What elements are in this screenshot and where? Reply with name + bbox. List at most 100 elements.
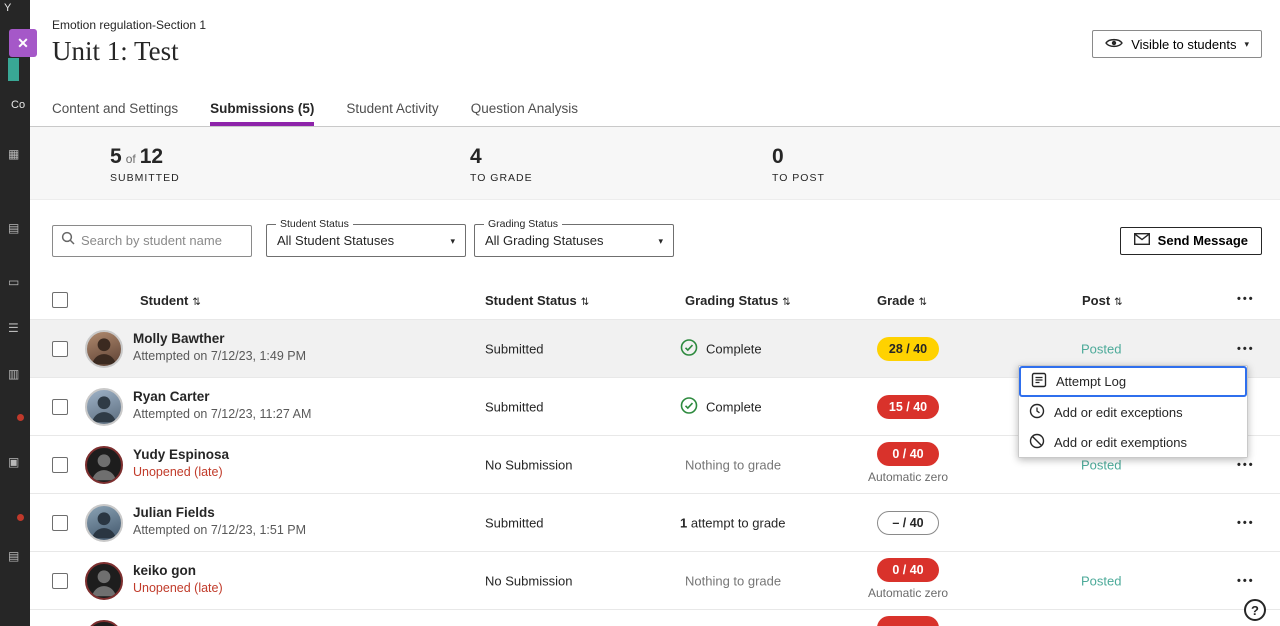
search-box	[52, 225, 252, 257]
student-status-cell: Submitted	[485, 341, 544, 356]
row-checkbox[interactable]	[52, 399, 68, 415]
check-circle-icon	[680, 338, 698, 359]
groups-icon[interactable]: ▤	[8, 550, 19, 562]
student-name-cell[interactable]: keiko gon Unopened (late)	[133, 563, 223, 595]
sort-icon: ⇅	[581, 297, 589, 308]
row-checkbox[interactable]	[52, 573, 68, 589]
grading-status-cell: Nothing to grade	[685, 573, 781, 588]
tab-submissions[interactable]: Submissions (5)	[210, 90, 314, 126]
tab-student-activity[interactable]: Student Activity	[346, 90, 438, 126]
student-status-cell: Submitted	[485, 399, 544, 414]
check-circle-icon	[680, 396, 698, 417]
sort-student[interactable]: Student⇅	[140, 293, 201, 308]
analytics-icon[interactable]: ▣	[8, 456, 19, 468]
filter-row: Student Status All Student Statuses ▾ Gr…	[30, 224, 1280, 257]
table-row: keiko gon Unopened (late) No Submission …	[30, 551, 1280, 609]
row-overflow-menu-button[interactable]: •••	[1237, 459, 1255, 471]
grade-pill[interactable]: 15 / 40	[877, 395, 939, 419]
sort-icon: ⇅	[782, 297, 790, 308]
page-title: Unit 1: Test	[52, 36, 179, 67]
stat-to-grade: 4 TO GRADE	[470, 145, 533, 184]
table-overflow-menu-button[interactable]: •••	[1237, 293, 1255, 305]
calendar-icon[interactable]: ▤	[8, 222, 19, 234]
rail-partial-text-top: Y	[4, 2, 11, 14]
panel-corner-fragment	[8, 58, 19, 81]
student-name-cell[interactable]: Ryan Carter Attempted on 7/12/23, 11:27 …	[133, 389, 311, 421]
grade-cell	[862, 616, 954, 626]
visibility-dropdown-button[interactable]: Visible to students ▾	[1092, 30, 1262, 58]
student-status-select[interactable]: Student Status All Student Statuses ▾	[266, 224, 466, 257]
menu-icon[interactable]: ☰	[8, 322, 19, 334]
grading-status-cell: Complete	[680, 396, 762, 417]
submitted-count: 5	[110, 145, 122, 168]
notification-dot	[17, 414, 24, 421]
stat-to-post: 0 TO POST	[772, 145, 825, 184]
search-input[interactable]	[81, 233, 243, 248]
menu-item-attempt-log[interactable]: Attempt Log	[1019, 366, 1247, 397]
chevron-down-icon: ▾	[1244, 39, 1249, 50]
search-icon	[61, 231, 75, 250]
grade-pill[interactable]: 0 / 40	[877, 558, 939, 582]
menu-item-add-exemptions[interactable]: Add or edit exemptions	[1019, 427, 1247, 457]
post-status[interactable]: Posted	[1081, 573, 1121, 588]
sort-icon: ⇅	[1114, 297, 1122, 308]
grading-status-cell: Nothing to grade	[685, 457, 781, 472]
row-overflow-menu-button[interactable]: •••	[1237, 517, 1255, 529]
to-grade-count: 4	[470, 145, 482, 168]
tab-question-analysis[interactable]: Question Analysis	[471, 90, 578, 126]
grade-cell: 0 / 40 Automatic zero	[862, 442, 954, 484]
test-panel: Emotion regulation-Section 1 Unit 1: Tes…	[30, 0, 1280, 626]
row-checkbox[interactable]	[52, 341, 68, 357]
student-status-cell: Submitted	[485, 515, 544, 530]
grade-cell: 0 / 40 Automatic zero	[862, 558, 954, 600]
student-name-cell[interactable]: Yudy Espinosa Unopened (late)	[133, 447, 229, 479]
grade-pill[interactable]	[877, 616, 939, 626]
grade-pill[interactable]: 28 / 40	[877, 337, 939, 361]
sort-grade[interactable]: Grade⇅	[877, 293, 927, 308]
post-status[interactable]: Posted	[1081, 457, 1121, 472]
tab-content-and-settings[interactable]: Content and Settings	[52, 90, 178, 126]
grade-pill[interactable]: 0 / 40	[877, 442, 939, 466]
avatar	[85, 446, 123, 484]
close-panel-button[interactable]: ✕	[9, 29, 37, 57]
grading-status-select[interactable]: Grading Status All Grading Statuses ▾	[474, 224, 674, 257]
prohibit-icon	[1029, 433, 1045, 452]
messages-icon[interactable]: ▭	[8, 276, 19, 288]
sort-icon: ⇅	[192, 297, 200, 308]
chevron-down-icon: ▾	[450, 236, 455, 247]
row-overflow-menu-button[interactable]: •••	[1237, 343, 1255, 355]
student-name-cell[interactable]: Julian Fields Attempted on 7/12/23, 1:51…	[133, 505, 306, 537]
grade-pill[interactable]: – / 40	[877, 511, 939, 535]
table-header: Student⇅ Student Status⇅ Grading Status⇅…	[30, 285, 1280, 319]
clock-icon	[1029, 403, 1045, 422]
select-all-checkbox[interactable]	[52, 292, 68, 308]
row-checkbox[interactable]	[52, 457, 68, 473]
row-context-menu: Attempt Log Add or edit exceptions Add o…	[1018, 365, 1248, 458]
avatar	[85, 620, 123, 626]
avatar	[85, 562, 123, 600]
grading-status-cell: 1 attempt to grade	[680, 515, 786, 530]
row-checkbox[interactable]	[52, 515, 68, 531]
course-content-icon[interactable]: ▦	[8, 148, 19, 160]
notification-dot	[17, 514, 24, 521]
help-button[interactable]: ?	[1244, 599, 1266, 621]
breadcrumb: Emotion regulation-Section 1	[52, 18, 206, 32]
gradebook-icon[interactable]: ▥	[8, 368, 19, 380]
menu-item-add-exceptions[interactable]: Add or edit exceptions	[1019, 397, 1247, 427]
grade-cell: 15 / 40	[862, 395, 954, 419]
send-message-button[interactable]: Send Message	[1120, 227, 1262, 255]
gradebook-screen: { "rail": { "top_text": "Y", "partial_te…	[0, 0, 1280, 626]
row-overflow-menu-button[interactable]: •••	[1237, 575, 1255, 587]
grade-cell: 28 / 40	[862, 337, 954, 361]
automatic-zero-label: Automatic zero	[868, 586, 948, 600]
stat-submitted: 5of12 SUBMITTED	[110, 145, 180, 184]
sort-grading-status[interactable]: Grading Status⇅	[685, 293, 791, 308]
sort-post[interactable]: Post⇅	[1082, 293, 1123, 308]
sort-student-status[interactable]: Student Status⇅	[485, 293, 589, 308]
sort-icon: ⇅	[919, 297, 927, 308]
post-status[interactable]: Posted	[1081, 341, 1121, 356]
chevron-down-icon: ▾	[658, 236, 663, 247]
student-name-cell[interactable]: Molly Bawther Attempted on 7/12/23, 1:49…	[133, 331, 306, 363]
grading-status-cell: Complete	[680, 338, 762, 359]
left-rail: Y Co ▦ ▤ ▭ ☰ ▥ ▣ ▤	[0, 0, 30, 626]
